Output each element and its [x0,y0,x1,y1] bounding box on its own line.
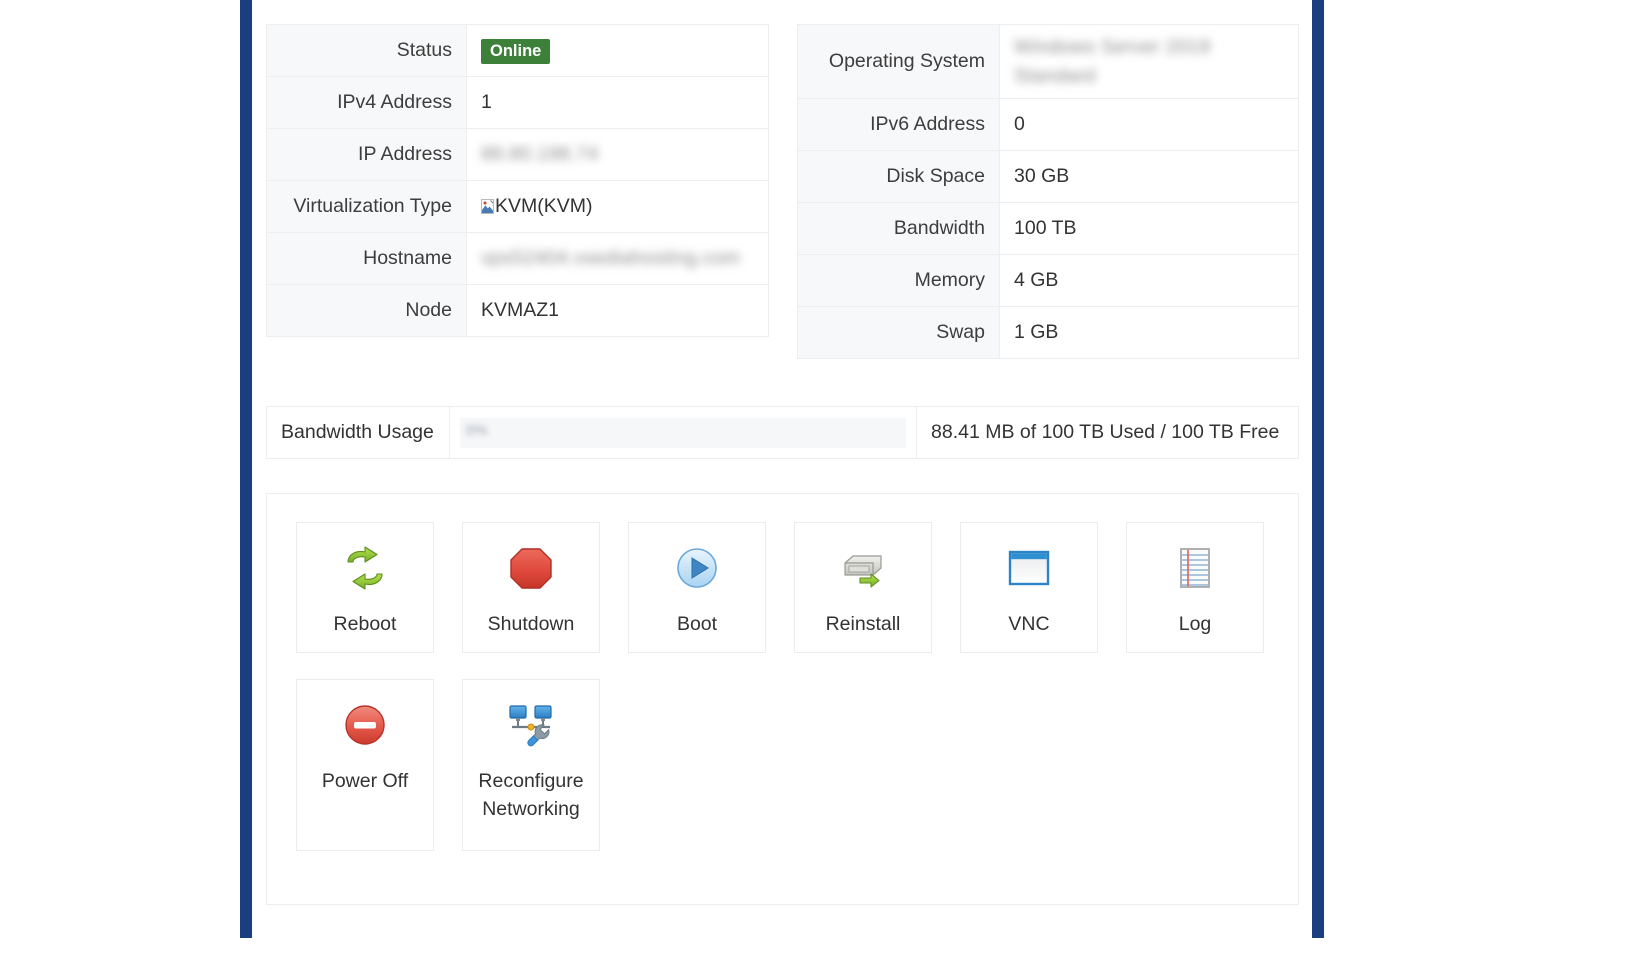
redacted-ip-address: 88.80.198.74 [481,143,599,166]
row-value-ip-address: 88.80.198.74 [466,128,769,181]
table-row: Swap 1 GB [797,306,1299,359]
play-circle-icon [670,541,724,595]
server-info-table-right: Operating System Windows Server 2019 Sta… [797,24,1299,359]
row-label-disk-space: Disk Space [797,150,1000,203]
disk-arrow-icon [836,541,890,595]
action-label-reinstall: Reinstall [825,613,901,635]
action-button-reboot[interactable]: Reboot [296,522,434,653]
notepad-lines-icon [1168,541,1222,595]
redacted-hostname: vps52404.vsediahosting.com [481,247,741,270]
row-value-bandwidth: 100 TB [999,202,1299,255]
action-button-reinstall[interactable]: Reinstall [794,522,932,653]
server-info-tables: Status Online IPv4 Address 1 IP Address … [252,20,1312,380]
network-wrench-icon [504,698,558,752]
row-label-operating-system: Operating System [797,24,1000,99]
row-value-disk-space: 30 GB [999,150,1299,203]
row-label-hostname: Hostname [266,232,467,285]
redacted-operating-system: Windows Server 2019 Standard [1014,36,1211,87]
row-value-swap: 1 GB [999,306,1299,359]
row-label-virtualization-type: Virtualization Type [266,180,467,233]
action-button-reconfigure-networking[interactable]: Reconfigure Networking [462,679,600,851]
stop-octagon-icon [504,541,558,595]
bandwidth-usage-table: Bandwidth Usage 0% 88.41 MB of 100 TB Us… [266,406,1299,459]
row-label-status: Status [266,24,467,77]
reboot-arrows-icon [338,541,392,595]
row-value-hostname: vps52404.vsediahosting.com [466,232,769,285]
action-button-vnc[interactable]: VNC [960,522,1098,653]
row-value-status: Online [466,24,769,77]
row-value-operating-system: Windows Server 2019 Standard [999,24,1299,99]
table-row: IPv6 Address 0 [797,98,1299,151]
bandwidth-progress-bar: 0% [460,417,906,448]
broken-image-icon [481,199,494,215]
table-row: IP Address 88.80.198.74 [266,128,769,181]
window-icon [1002,541,1056,595]
page-root: Status Online IPv4 Address 1 IP Address … [0,0,1625,958]
table-row: Memory 4 GB [797,254,1299,307]
row-value-virtualization-type: KVM(KVM) [466,180,769,233]
action-button-shutdown[interactable]: Shutdown [462,522,600,653]
row-label-ip-address: IP Address [266,128,467,181]
table-row: IPv4 Address 1 [266,76,769,129]
table-row: Operating System Windows Server 2019 Sta… [797,24,1299,99]
row-label-ipv4-address: IPv4 Address [266,76,467,129]
status-badge: Online [481,38,551,65]
action-button-power-off[interactable]: Power Off [296,679,434,851]
vps-details-panel: Status Online IPv4 Address 1 IP Address … [252,0,1312,938]
bandwidth-progress-cell: 0% [449,406,917,459]
action-label-shutdown: Shutdown [487,613,575,635]
server-actions-grid: Reboot Shutdown Boot Reinstall VNC Log P… [296,522,1276,851]
action-label-boot: Boot [676,613,718,635]
row-value-ipv6-address: 0 [999,98,1299,151]
table-row: Status Online [266,24,769,77]
virtualization-type-text: KVM(KVM) [495,195,593,218]
action-label-log: Log [1178,613,1212,635]
row-label-swap: Swap [797,306,1000,359]
server-info-table-left: Status Online IPv4 Address 1 IP Address … [266,24,769,337]
action-label-power-off: Power Off [321,770,409,792]
table-row: Bandwidth 100 TB [797,202,1299,255]
action-label-reconfigure-networking: Reconfigure Networking [478,770,584,820]
table-row: Bandwidth Usage 0% 88.41 MB of 100 TB Us… [266,406,1299,459]
table-row: Disk Space 30 GB [797,150,1299,203]
row-value-memory: 4 GB [999,254,1299,307]
table-row: Node KVMAZ1 [266,284,769,337]
table-row: Hostname vps52404.vsediahosting.com [266,232,769,285]
row-label-ipv6-address: IPv6 Address [797,98,1000,151]
action-button-boot[interactable]: Boot [628,522,766,653]
row-value-node: KVMAZ1 [466,284,769,337]
row-value-ipv4-address: 1 [466,76,769,129]
bandwidth-usage-summary: 88.41 MB of 100 TB Used / 100 TB Free [916,406,1299,459]
server-actions-panel: Reboot Shutdown Boot Reinstall VNC Log P… [266,493,1299,905]
power-off-circle-icon [338,698,392,752]
table-row: Virtualization Type KVM(KVM) [266,180,769,233]
bandwidth-usage-label: Bandwidth Usage [266,406,450,459]
row-label-bandwidth: Bandwidth [797,202,1000,255]
bandwidth-progress-label: 0% [466,421,488,439]
row-label-memory: Memory [797,254,1000,307]
action-button-log[interactable]: Log [1126,522,1264,653]
row-label-node: Node [266,284,467,337]
action-label-reboot: Reboot [333,613,397,635]
action-label-vnc: VNC [1008,613,1050,635]
